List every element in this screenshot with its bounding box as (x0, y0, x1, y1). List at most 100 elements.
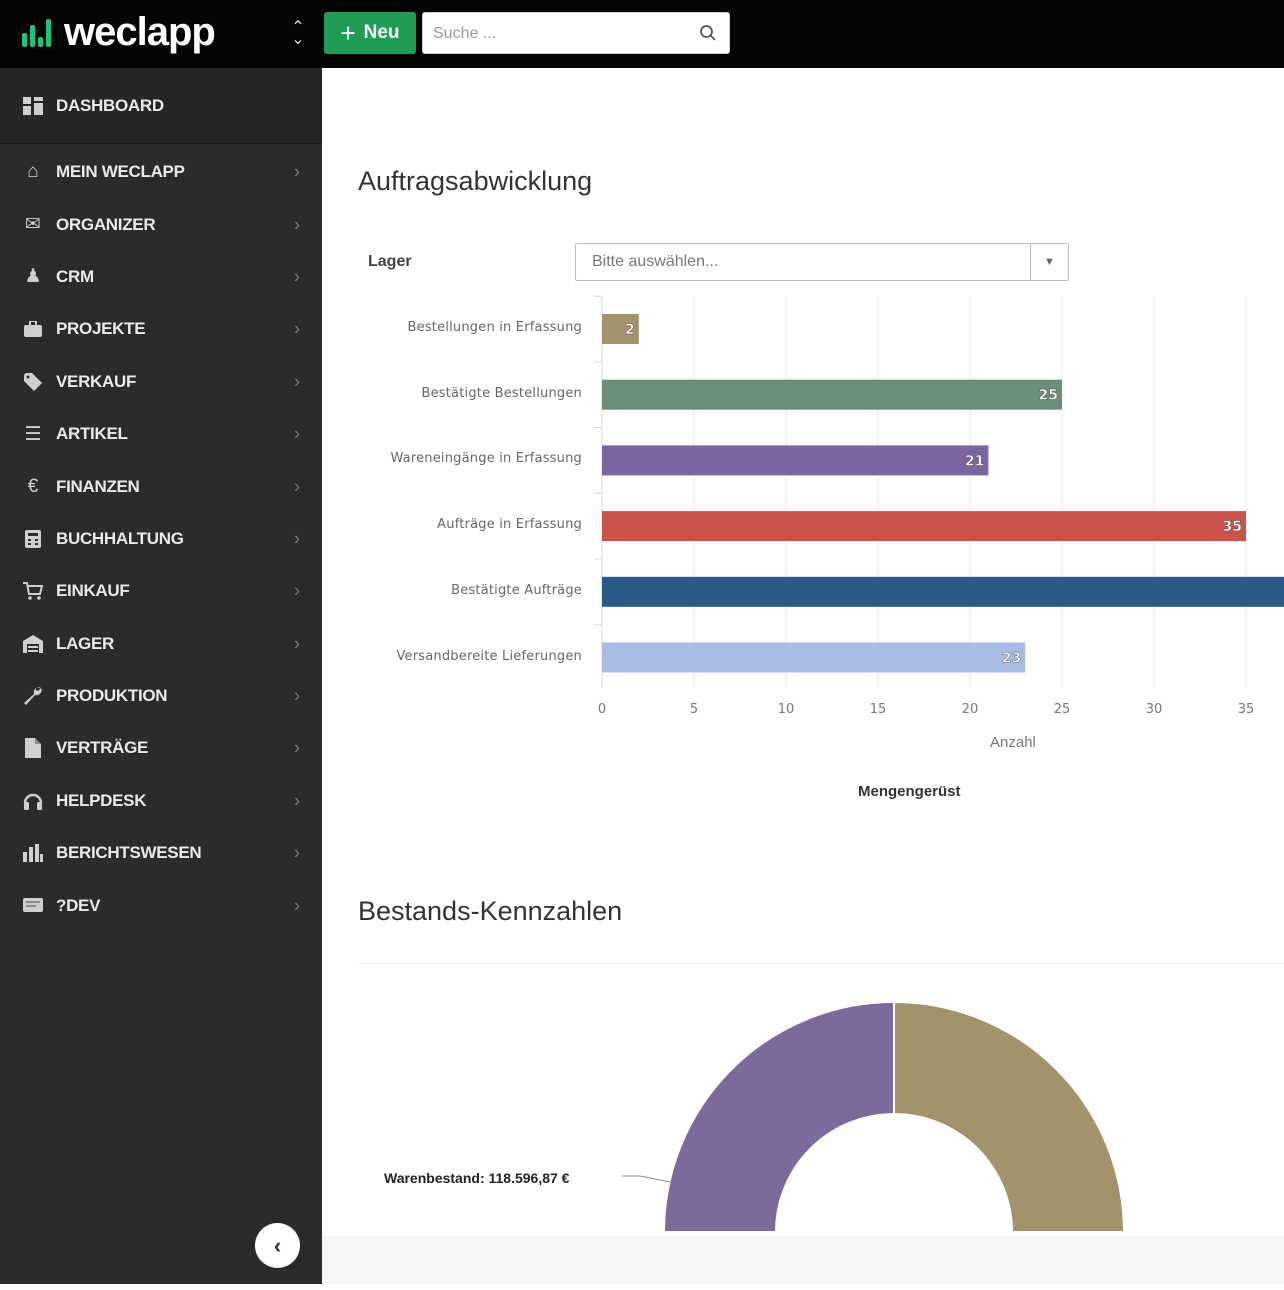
list-icon: ☰ (24, 423, 42, 445)
chevron-right-icon: › (294, 528, 300, 549)
dropdown-arrow-icon[interactable]: ▼ (1030, 244, 1068, 280)
search-icon[interactable] (699, 24, 717, 42)
chevron-right-icon: › (294, 476, 300, 497)
data-label: 23 (1002, 651, 1021, 667)
logo-mark-icon (22, 17, 56, 47)
category-label: Bestätigte Aufträge (451, 582, 582, 598)
data-label: 21 (965, 453, 984, 469)
envelope-icon: ✉ (25, 214, 41, 236)
sidebar-item-artikel[interactable]: ☰ ARTIKEL › (0, 408, 322, 460)
sidebar-item-berichtswesen[interactable]: BERICHTSWESEN › (0, 827, 322, 879)
chevron-right-icon: › (294, 685, 300, 706)
sidebar-item-label: FINANZEN (56, 476, 140, 496)
x-axis-label: Anzahl (990, 734, 1036, 751)
sidebar-item-buchhaltung[interactable]: BUCHHALTUNG › (0, 513, 322, 565)
chevron-right-icon: › (294, 161, 300, 182)
x-tick-label: 10 (777, 702, 795, 717)
bar[interactable] (602, 379, 1062, 410)
category-label: Aufträge in Erfassung (437, 517, 582, 533)
sidebar-item-label: PRODUKTION (56, 686, 168, 706)
search-input[interactable] (433, 21, 693, 47)
new-button-label: Neu (363, 22, 400, 43)
sidebar-item-label: BERICHTSWESEN (56, 843, 202, 863)
bar-chart-icon (22, 842, 44, 864)
sidebar-item-label: CRM (56, 266, 94, 286)
sidebar-item-lager[interactable]: LAGER › (0, 618, 322, 670)
sidebar-item-organizer[interactable]: ✉ ORGANIZER › (0, 198, 322, 250)
category-label: Bestätigte Bestellungen (421, 385, 582, 401)
sidebar-item-crm[interactable]: ♟ CRM › (0, 251, 322, 303)
bar-chart: 2 25 21 35 23 Bestellungen in Erfassung Bestä… (358, 288, 1284, 836)
collapse-sidebar-button[interactable]: ‹ (255, 1223, 300, 1268)
euro-icon: € (27, 475, 39, 497)
sidebar-nav: ⌂ MEIN WECLAPP › ✉ ORGANIZER › ♟ CRM › P… (0, 146, 322, 932)
wrench-icon (22, 685, 44, 707)
gauge-slice[interactable] (893, 1000, 1126, 1233)
new-button[interactable]: + Neu (324, 12, 416, 54)
main-content: Auftragsabwicklung Lager Bitte auswählen… (322, 68, 1284, 1284)
lager-select-value: Bitte auswählen... (592, 253, 719, 270)
top-bar: weclapp ⌃ ⌄ + Neu (0, 0, 1284, 68)
bar[interactable] (602, 511, 1246, 542)
data-label: 25 (1039, 388, 1058, 404)
cart-icon (22, 580, 44, 602)
sidebar-item-vertraege[interactable]: VERTRÄGE › (0, 722, 322, 774)
gauge-slice[interactable] (662, 1000, 895, 1233)
footer-strip (322, 1236, 1284, 1284)
section-title-auftragsabwicklung: Auftragsabwicklung (358, 166, 593, 196)
chevron-right-icon: › (294, 371, 300, 392)
sidebar-item-dashboard[interactable]: DASHBOARD (0, 68, 322, 144)
sidebar-item-verkauf[interactable]: VERKAUF › (0, 356, 322, 408)
plus-icon: + (340, 18, 356, 48)
sidebar-item-produktion[interactable]: PRODUKTION › (0, 670, 322, 722)
sidebar-item-label: ORGANIZER (56, 214, 156, 234)
collapse-toggle-icon[interactable]: ⌃ ⌄ (288, 20, 308, 48)
home-icon: ⌂ (27, 161, 39, 183)
sidebar-item-label: ARTIKEL (56, 424, 128, 444)
sidebar-item-label: MEIN WECLAPP (56, 162, 185, 182)
sidebar-item-projekte[interactable]: PROJEKTE › (0, 303, 322, 355)
chevron-right-icon: › (294, 633, 300, 654)
category-label: Wareneingänge in Erfassung (390, 451, 582, 467)
gauge-label: Warenbestand: 118.596,87 € (384, 1170, 570, 1186)
sidebar-item-label: VERKAUF (56, 371, 137, 391)
category-label: Versandbereite Lieferungen (396, 648, 582, 664)
calculator-icon (22, 528, 44, 550)
label-connector (622, 1175, 671, 1183)
bar-chart-svg: 2 25 21 35 23 (594, 295, 1284, 688)
x-tick-label: 5 (689, 702, 699, 717)
sidebar-item-label: BUCHHALTUNG (56, 528, 184, 548)
dashboard-icon (22, 95, 44, 117)
category-label: Bestellungen in Erfassung (407, 320, 582, 335)
bar[interactable] (602, 576, 1284, 607)
chevron-left-icon: ‹ (273, 1232, 282, 1258)
sidebar-item-label: ?DEV (56, 895, 101, 915)
chevron-right-icon: › (294, 214, 300, 235)
bar[interactable] (602, 445, 989, 476)
lager-select[interactable]: Bitte auswählen... ▼ (575, 243, 1069, 281)
sidebar-item-finanzen[interactable]: € FINANZEN › (0, 460, 322, 512)
bar[interactable] (602, 642, 1026, 673)
chevron-right-icon: › (294, 790, 300, 811)
sidebar-item-mein-weclapp[interactable]: ⌂ MEIN WECLAPP › (0, 146, 322, 198)
chevron-right-icon: › (294, 318, 300, 339)
sidebar-item-label: DASHBOARD (56, 95, 164, 115)
weclapp-logo[interactable]: weclapp (22, 10, 216, 54)
briefcase-icon (22, 318, 44, 340)
sidebar-item-label: PROJEKTE (56, 319, 146, 339)
sidebar-item-label: HELPDESK (56, 790, 147, 810)
section-title-bestands-kennzahlen: Bestands-Kennzahlen (358, 896, 623, 926)
lager-label: Lager (368, 253, 412, 270)
sidebar-item-einkauf[interactable]: EINKAUF › (0, 565, 322, 617)
chevron-right-icon: › (294, 895, 300, 916)
sidebar-item-label: EINKAUF (56, 581, 130, 601)
warehouse-icon (22, 633, 44, 655)
contacts-icon: ♟ (24, 266, 42, 288)
chart-caption: Mengengerüst (858, 783, 961, 800)
sidebar-item-dev[interactable]: ?DEV › (0, 879, 322, 931)
sidebar-item-helpdesk[interactable]: HELPDESK › (0, 775, 322, 827)
search-box (422, 12, 730, 54)
dev-icon (22, 895, 44, 917)
logo-text: weclapp (64, 10, 216, 54)
tag-icon (22, 371, 44, 393)
